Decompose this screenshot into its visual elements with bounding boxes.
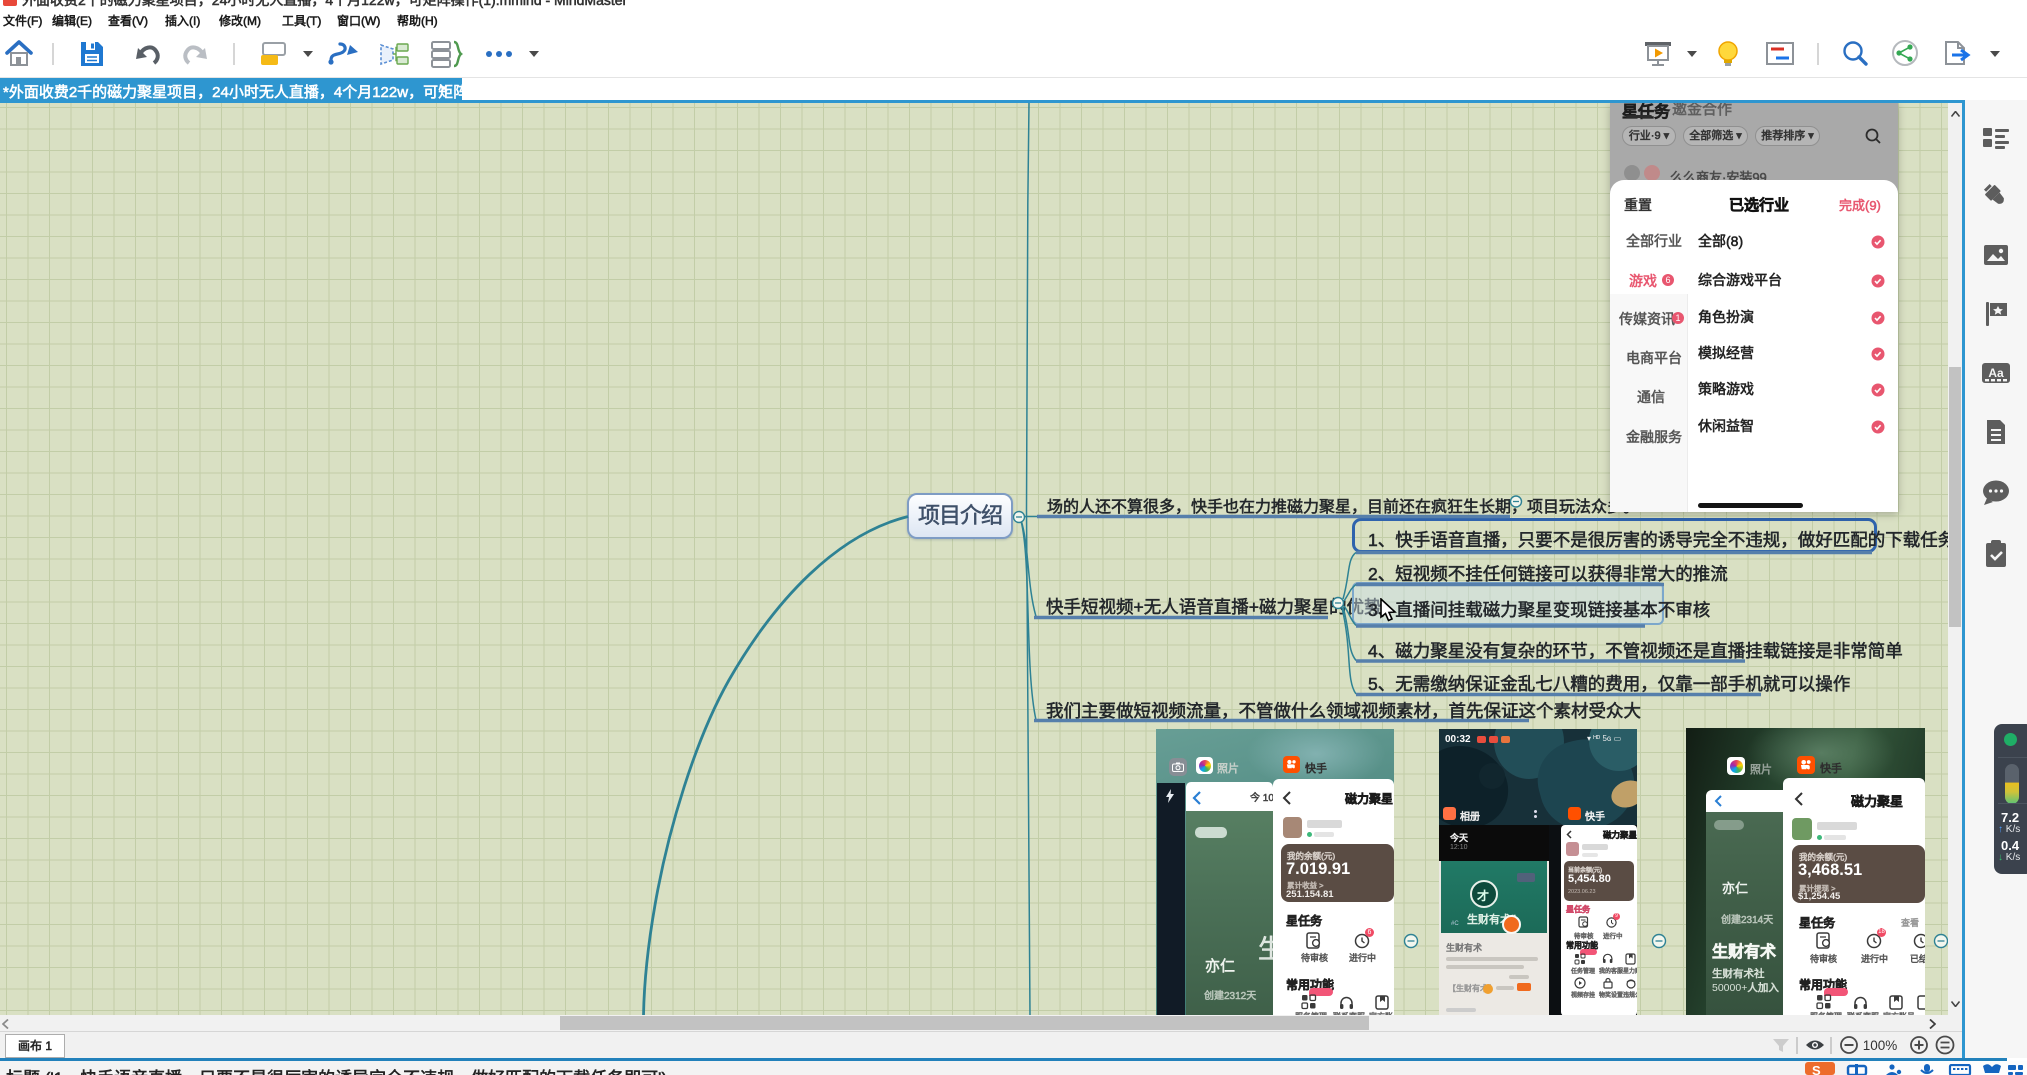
svg-text:Aa: Aa (1988, 366, 2004, 380)
svg-text:100%: 100% (1863, 1038, 1898, 1053)
